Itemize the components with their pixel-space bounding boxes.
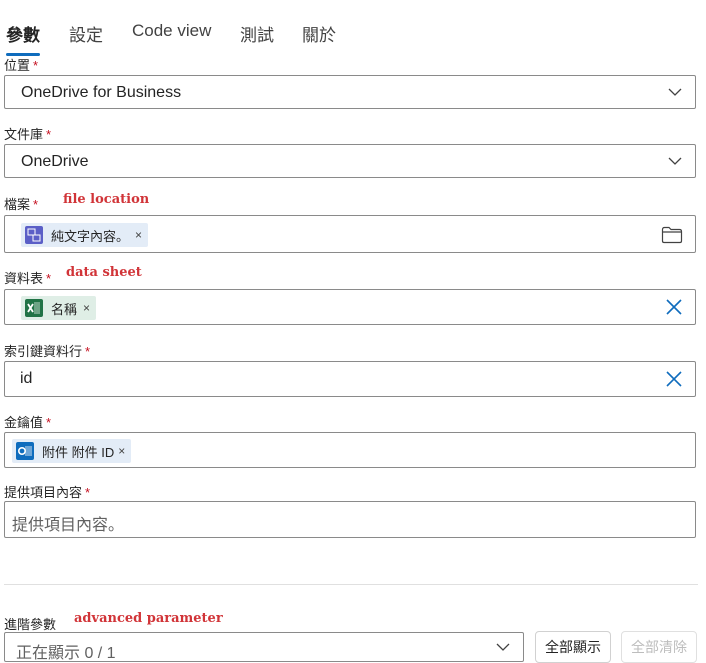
table-token[interactable]: 名稱 × [21,296,97,320]
tab-parameters[interactable]: 參數 [6,21,40,46]
provide-item-placeholder: 提供項目內容。 [12,517,125,534]
outlook-icon [14,440,36,462]
file-input[interactable]: 純文字內容。 × [4,215,696,253]
compose-icon [23,224,45,246]
tab-test[interactable]: 測試 [240,21,274,46]
key-value-input[interactable]: 附件 附件 ID × [4,432,696,468]
key-value-token[interactable]: 附件 附件 ID × [12,439,132,463]
key-value-token-label: 附件 附件 ID [42,444,115,460]
required-mark: * [46,271,52,286]
remove-token-button[interactable]: × [118,444,125,458]
excel-icon [23,297,45,319]
chevron-down-icon [496,643,510,651]
section-divider [4,584,698,585]
file-token-label: 純文字內容。 [51,228,130,244]
table-token-label: 名稱 [51,301,78,317]
required-mark: * [33,58,39,73]
library-value: OneDrive [21,153,89,170]
location-value: OneDrive for Business [21,84,182,101]
required-mark: * [46,127,52,142]
show-all-button[interactable]: 全部顯示 [535,631,611,663]
folder-icon[interactable] [661,225,683,245]
location-label: 位置 * [4,58,39,73]
key-column-input[interactable]: id [4,361,696,397]
provide-item-input[interactable]: 提供項目內容。 [4,501,696,538]
required-mark: * [85,344,91,359]
remove-token-button[interactable]: × [83,301,90,315]
chevron-down-icon [668,88,682,96]
table-input[interactable]: 名稱 × [4,289,696,325]
file-token[interactable]: 純文字內容。 × [21,223,149,247]
required-mark: * [33,197,39,212]
key-value-label: 金鑰值 * [4,415,52,430]
file-label: 檔案 * [4,197,39,212]
file-annotation: file location [63,192,150,207]
tab-about[interactable]: 關於 [302,21,336,46]
location-dropdown[interactable]: OneDrive for Business [4,75,696,109]
chevron-down-icon [668,157,682,165]
required-mark: * [46,415,52,430]
table-annotation: data sheet [66,265,142,280]
key-column-value: id [20,370,33,387]
key-column-label: 索引鍵資料行 * [4,344,91,359]
remove-token-button[interactable]: × [135,228,142,242]
clear-all-button[interactable]: 全部清除 [621,631,697,663]
tab-code-view[interactable]: Code view [132,21,211,41]
clear-icon[interactable] [665,298,683,316]
required-mark: * [85,485,91,500]
clear-icon[interactable] [665,370,683,388]
advanced-label: 進階參數 [4,617,57,632]
library-dropdown[interactable]: OneDrive [4,144,696,178]
advanced-select-value: 正在顯示 0 / 1 [16,645,116,662]
table-label: 資料表 * [4,271,52,286]
advanced-annotation: advanced parameter [74,611,223,626]
tab-settings[interactable]: 設定 [69,21,103,46]
provide-item-label: 提供項目內容 * [4,485,91,500]
library-label: 文件庫 * [4,127,52,142]
advanced-dropdown[interactable]: 正在顯示 0 / 1 [4,632,524,662]
